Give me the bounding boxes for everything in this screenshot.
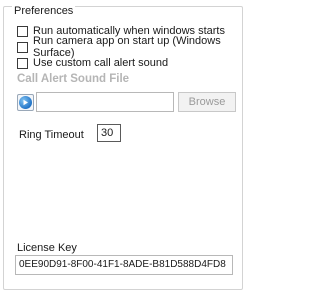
ring-timeout-input[interactable]: 30	[97, 124, 121, 142]
checkbox-box[interactable]	[17, 41, 28, 53]
license-key-label: License Key	[17, 242, 77, 254]
checkbox-box[interactable]	[17, 25, 28, 37]
sound-file-input[interactable]	[36, 92, 174, 112]
play-icon	[19, 96, 32, 109]
checkbox-run-camera-app[interactable]: Run camera app on start up (Windows Surf…	[17, 35, 250, 59]
preferences-legend: Preferences	[12, 5, 76, 17]
play-sound-button[interactable]	[17, 94, 34, 111]
checkbox-custom-alert-sound[interactable]: Use custom call alert sound	[17, 56, 168, 70]
browse-button[interactable]: Browse	[178, 92, 236, 112]
checkbox-label: Use custom call alert sound	[33, 57, 169, 69]
license-key-input[interactable]: 0EE90D91-8F00-41F1-8ADE-B81D588D4FD8	[15, 255, 233, 275]
ring-timeout-label: Ring Timeout	[19, 129, 84, 141]
checkbox-box[interactable]	[17, 57, 28, 69]
call-alert-sound-title: Call Alert Sound File	[17, 73, 130, 85]
